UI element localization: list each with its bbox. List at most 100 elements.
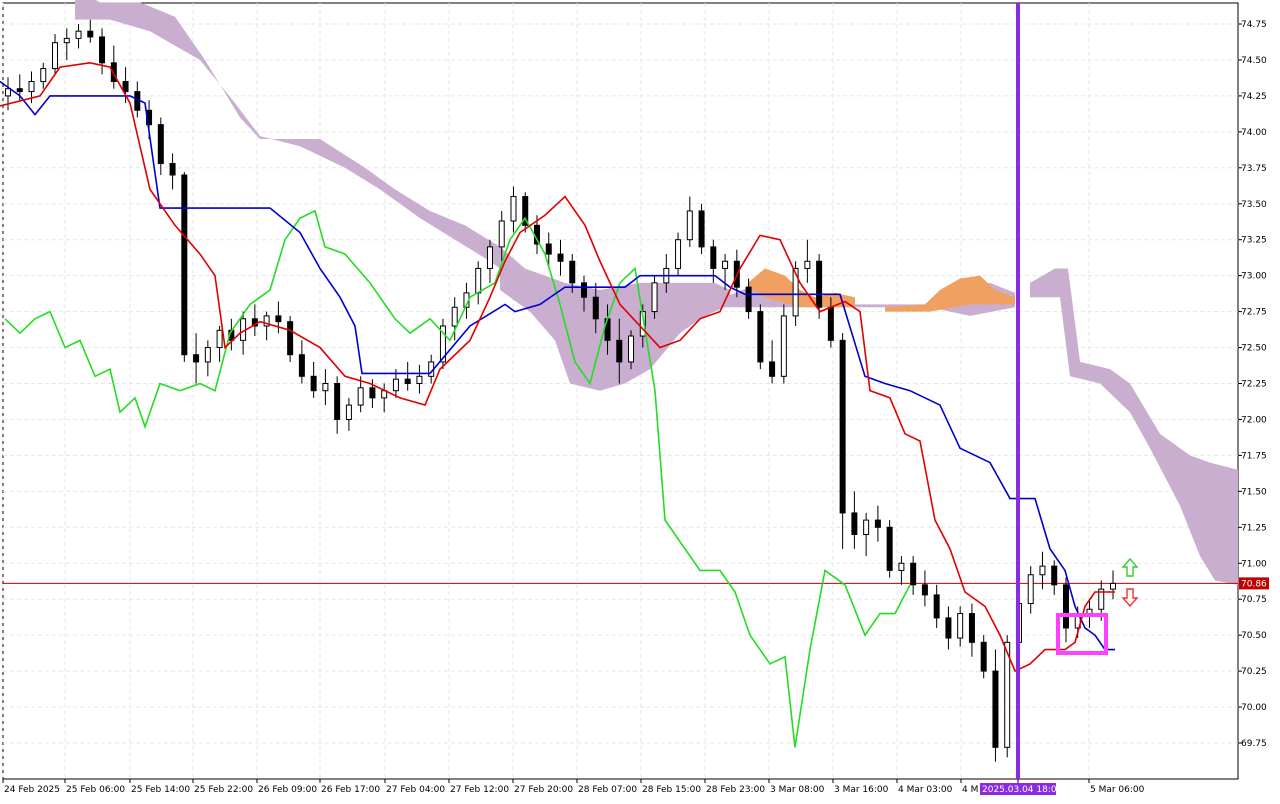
candle-bull bbox=[686, 210, 693, 241]
x-tick-label: 26 Feb 17:00 bbox=[321, 785, 380, 795]
candle-bear bbox=[157, 124, 164, 164]
y-tick-label: 70.25 bbox=[1241, 667, 1267, 677]
candle-bear bbox=[698, 210, 705, 248]
candle-bear bbox=[851, 512, 858, 535]
x-tick-label: 25 Feb 06:00 bbox=[66, 785, 125, 795]
candle-bear bbox=[298, 354, 305, 377]
y-tick-label: 73.25 bbox=[1241, 236, 1267, 246]
candle-bear bbox=[616, 339, 623, 363]
candle-bear bbox=[181, 174, 188, 356]
candle-bear bbox=[87, 30, 94, 38]
candle-bear bbox=[745, 286, 752, 313]
candle-bear bbox=[592, 296, 599, 320]
x-tick-label: 25 Feb 14:00 bbox=[131, 785, 190, 795]
candle-bear bbox=[839, 339, 846, 514]
candle-bull bbox=[451, 306, 458, 327]
candle-bear bbox=[910, 562, 917, 586]
y-tick-label: 74.50 bbox=[1241, 56, 1267, 66]
candle-bear bbox=[827, 306, 834, 341]
chart-svg: 70.86 2025.03.04 18:00 74.75 74.50 74.25 74… bbox=[0, 0, 1269, 795]
candle-bull bbox=[628, 335, 635, 363]
candle-bear bbox=[169, 162, 176, 176]
y-tick-label: 72.25 bbox=[1241, 380, 1267, 390]
plot-area bbox=[2, 2, 1239, 780]
candle-bear bbox=[1051, 565, 1058, 586]
y-tick-label: 72.50 bbox=[1241, 344, 1267, 354]
candle-bull bbox=[75, 30, 82, 39]
candle-bull bbox=[345, 404, 352, 420]
candle-bear bbox=[275, 315, 282, 323]
x-tick-label: 26 Feb 09:00 bbox=[258, 785, 317, 795]
y-tick-label: 70.00 bbox=[1241, 703, 1267, 713]
candle-bull bbox=[392, 378, 399, 392]
candle-bull bbox=[40, 68, 47, 83]
candle-bull bbox=[1086, 608, 1093, 615]
candle-bull bbox=[63, 37, 70, 44]
candle-bull bbox=[498, 220, 505, 248]
current-price-label: 70.86 bbox=[1241, 579, 1267, 589]
vertical-marker-label: 2025.03.04 18:00 bbox=[982, 785, 1063, 795]
candle-bear bbox=[945, 617, 952, 639]
candle-bull bbox=[28, 81, 35, 93]
x-tick-label: 4 Mar 03:00 bbox=[898, 785, 953, 795]
candle-bear bbox=[569, 260, 576, 284]
candle-bull bbox=[1039, 565, 1046, 576]
x-tick-label: 27 Feb 12:00 bbox=[450, 785, 509, 795]
candle-bull bbox=[780, 315, 787, 377]
x-tick-label: 27 Feb 20:00 bbox=[514, 785, 573, 795]
candle-bull bbox=[322, 383, 329, 392]
candle-bear bbox=[99, 36, 106, 64]
x-tick-label: 27 Feb 04:00 bbox=[386, 785, 445, 795]
x-tick-label: 25 Feb 22:00 bbox=[194, 785, 253, 795]
candle-bear bbox=[334, 383, 341, 420]
candle-bull bbox=[722, 260, 729, 269]
y-tick-label: 73.75 bbox=[1241, 164, 1267, 174]
candle-bear bbox=[816, 260, 823, 308]
candle-bear bbox=[16, 88, 23, 93]
candle-bull bbox=[510, 196, 517, 222]
candle-bear bbox=[921, 584, 928, 596]
x-tick-label: 3 Mar 16:00 bbox=[834, 785, 889, 795]
candle-bull bbox=[204, 347, 211, 363]
candle-bear bbox=[874, 519, 881, 528]
candle-bull bbox=[863, 519, 870, 535]
candle-bull bbox=[5, 88, 11, 97]
y-tick-label: 72.75 bbox=[1241, 308, 1267, 318]
y-tick-label: 69.75 bbox=[1241, 739, 1267, 749]
y-tick-label: 71.25 bbox=[1241, 523, 1267, 533]
y-tick-label: 71.00 bbox=[1241, 559, 1267, 569]
candle-bear bbox=[122, 81, 129, 93]
y-tick-label: 70.75 bbox=[1241, 595, 1267, 605]
candle-bull bbox=[898, 562, 905, 571]
candle-bull bbox=[1110, 582, 1116, 590]
x-tick-label: 4 M bbox=[962, 785, 978, 795]
candle-bull bbox=[675, 239, 682, 269]
candle-bull bbox=[475, 267, 482, 294]
candle-bear bbox=[193, 354, 200, 363]
y-tick-label: 73.00 bbox=[1241, 272, 1267, 282]
candle-bear bbox=[1062, 584, 1069, 629]
candle-bull bbox=[357, 387, 364, 406]
x-tick-label: 28 Feb 23:00 bbox=[706, 785, 765, 795]
y-tick-label: 74.00 bbox=[1241, 128, 1267, 138]
x-tick-label: 3 Mar 08:00 bbox=[770, 785, 825, 795]
x-tick-label: 28 Feb 15:00 bbox=[642, 785, 701, 795]
candle-bear bbox=[710, 246, 717, 269]
candle-bear bbox=[287, 321, 294, 356]
y-tick-label: 71.75 bbox=[1241, 451, 1267, 461]
candle-bear bbox=[404, 378, 411, 385]
candle-bear bbox=[369, 387, 376, 399]
candle-bull bbox=[52, 42, 59, 70]
candle-bear bbox=[557, 253, 564, 262]
candle-bull bbox=[957, 613, 964, 639]
candle-bear bbox=[545, 243, 552, 255]
y-tick-label: 72.00 bbox=[1241, 415, 1267, 425]
x-tick-label: 5 Mar 06:00 bbox=[1090, 785, 1145, 795]
candle-bull bbox=[216, 329, 223, 349]
candle-bull bbox=[1027, 574, 1034, 605]
candle-bear bbox=[886, 526, 893, 571]
y-tick-label: 71.50 bbox=[1241, 487, 1267, 497]
candle-bear bbox=[933, 594, 940, 619]
candle-bull bbox=[416, 375, 423, 384]
candle-bear bbox=[581, 282, 588, 298]
